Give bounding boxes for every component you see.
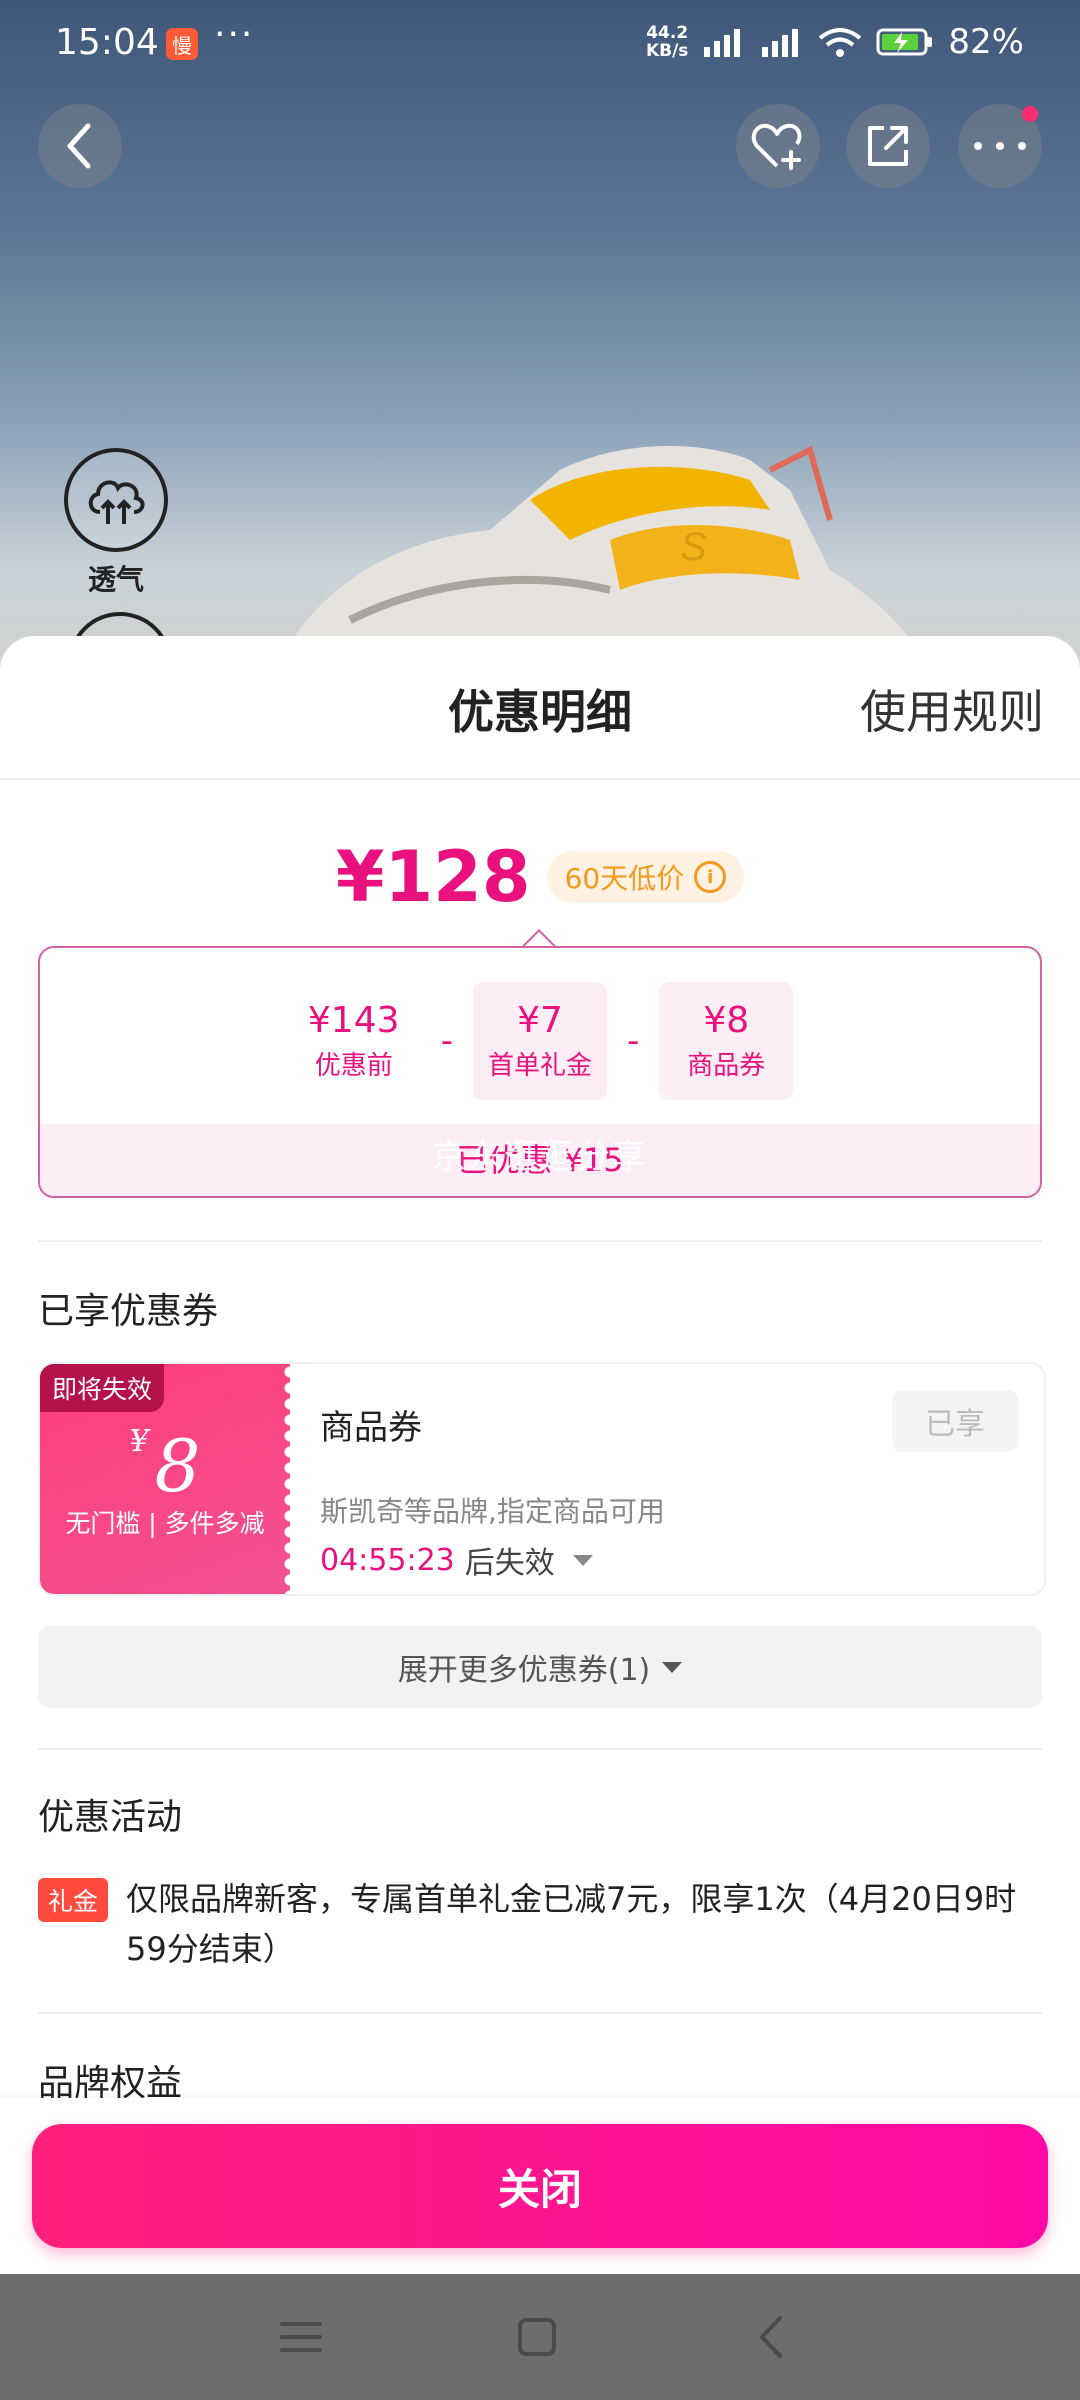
coupon-value-panel: 即将失效 ¥8 无门槛 | 多件多减 bbox=[40, 1364, 298, 1594]
share-button[interactable] bbox=[846, 104, 930, 188]
breakdown-first-order-gift: ¥7 首单礼金 bbox=[473, 982, 607, 1100]
svg-text:S: S bbox=[680, 525, 707, 569]
divider bbox=[38, 2012, 1042, 2014]
coupon-amount: ¥8 bbox=[129, 1424, 201, 1508]
feature-label: 透气 bbox=[87, 563, 144, 596]
info-icon: i bbox=[694, 861, 727, 893]
chevron-down-icon bbox=[662, 1661, 683, 1673]
close-button[interactable]: 关闭 bbox=[32, 2124, 1048, 2248]
sheet-footer: 关闭 bbox=[0, 2098, 1080, 2274]
breakdown-original: ¥143 优惠前 bbox=[307, 1000, 400, 1081]
countdown-time: 04:55:23 bbox=[320, 1542, 455, 1578]
menu-nav-icon[interactable] bbox=[276, 2312, 326, 2362]
status-time: 15:04 bbox=[55, 22, 159, 63]
price-summary: ¥128 60天低价 i bbox=[0, 836, 1080, 918]
coupons-section-title: 已享优惠券 bbox=[38, 1291, 219, 1332]
activity-text: 仅限品牌新客，专属首单礼金已减7元，限享1次（4月20日9时59分结束） bbox=[126, 1880, 1017, 1968]
low-price-badge[interactable]: 60天低价 i bbox=[546, 851, 745, 903]
favorite-add-icon bbox=[751, 123, 802, 170]
breathable-icon bbox=[88, 480, 145, 524]
expiring-tag: 即将失效 bbox=[40, 1364, 165, 1412]
system-navigation-bar bbox=[0, 2274, 1080, 2400]
network-speed: 44.2 KB/s bbox=[645, 23, 689, 61]
coupon-name: 商品券 bbox=[320, 1408, 422, 1448]
discount-detail-sheet: 优惠明细 使用规则 ¥128 60天低价 i ¥143 优惠前 - ¥7 首单礼… bbox=[0, 636, 1080, 2274]
app-notification-icon: 慢 bbox=[166, 28, 198, 60]
back-nav-icon[interactable] bbox=[748, 2312, 798, 2362]
wifi-icon bbox=[819, 28, 862, 57]
notification-dot bbox=[1022, 106, 1038, 122]
coupon-status-button: 已享 bbox=[892, 1390, 1018, 1452]
back-button[interactable] bbox=[38, 104, 122, 188]
watermark-text: 京东逛逛分享 bbox=[432, 1137, 648, 1177]
expand-more-coupons-button[interactable]: 展开更多优惠券(1) bbox=[38, 1626, 1042, 1708]
coupon-description: 斯凯奇等品牌,指定商品可用 bbox=[320, 1495, 665, 1528]
coupon-card[interactable]: 即将失效 ¥8 无门槛 | 多件多减 商品券 已享 斯凯奇等品牌,指定商品可用 … bbox=[38, 1362, 1046, 1596]
breakdown-product-coupon: ¥8 商品券 bbox=[659, 982, 794, 1100]
back-icon bbox=[67, 123, 91, 169]
favorite-button[interactable] bbox=[736, 104, 820, 188]
feature-breathable: 透气 bbox=[64, 448, 168, 598]
expand-label: 展开更多优惠券(1) bbox=[397, 1653, 651, 1688]
battery-percentage: 82% bbox=[948, 22, 1024, 62]
more-notifications-indicator: ··· bbox=[214, 14, 255, 55]
sheet-header: 优惠明细 使用规则 bbox=[0, 636, 1080, 780]
coupon-condition: 无门槛 | 多件多减 bbox=[65, 1509, 265, 1538]
usage-rules-link[interactable]: 使用规则 bbox=[860, 676, 1044, 742]
minus-operator: - bbox=[440, 1021, 453, 1061]
signal-icon bbox=[762, 29, 799, 57]
share-icon bbox=[868, 126, 908, 166]
price-breakdown: ¥143 优惠前 - ¥7 首单礼金 - ¥8 商品券 已优惠 ¥15 京东逛逛… bbox=[38, 946, 1042, 1198]
battery-icon bbox=[876, 28, 933, 56]
home-nav-icon[interactable] bbox=[512, 2312, 562, 2362]
more-icon bbox=[974, 142, 1026, 150]
more-button[interactable] bbox=[958, 104, 1042, 188]
gift-tag: 礼金 bbox=[38, 1878, 109, 1922]
low-price-label: 60天低价 bbox=[564, 862, 685, 895]
signal-icon bbox=[704, 29, 741, 57]
countdown-suffix: 后失效 bbox=[464, 1546, 555, 1581]
activities-section-title: 优惠活动 bbox=[38, 1797, 183, 1838]
divider bbox=[38, 1240, 1042, 1242]
status-bar: 15:04 慢 ··· 44.2 KB/s 82% bbox=[0, 0, 1080, 90]
final-price: ¥128 bbox=[335, 836, 531, 918]
coupon-countdown[interactable]: 04:55:23 后失效 bbox=[320, 1538, 593, 1582]
minus-operator: - bbox=[627, 1021, 640, 1061]
divider bbox=[38, 1748, 1042, 1750]
chevron-down-icon bbox=[572, 1554, 593, 1566]
